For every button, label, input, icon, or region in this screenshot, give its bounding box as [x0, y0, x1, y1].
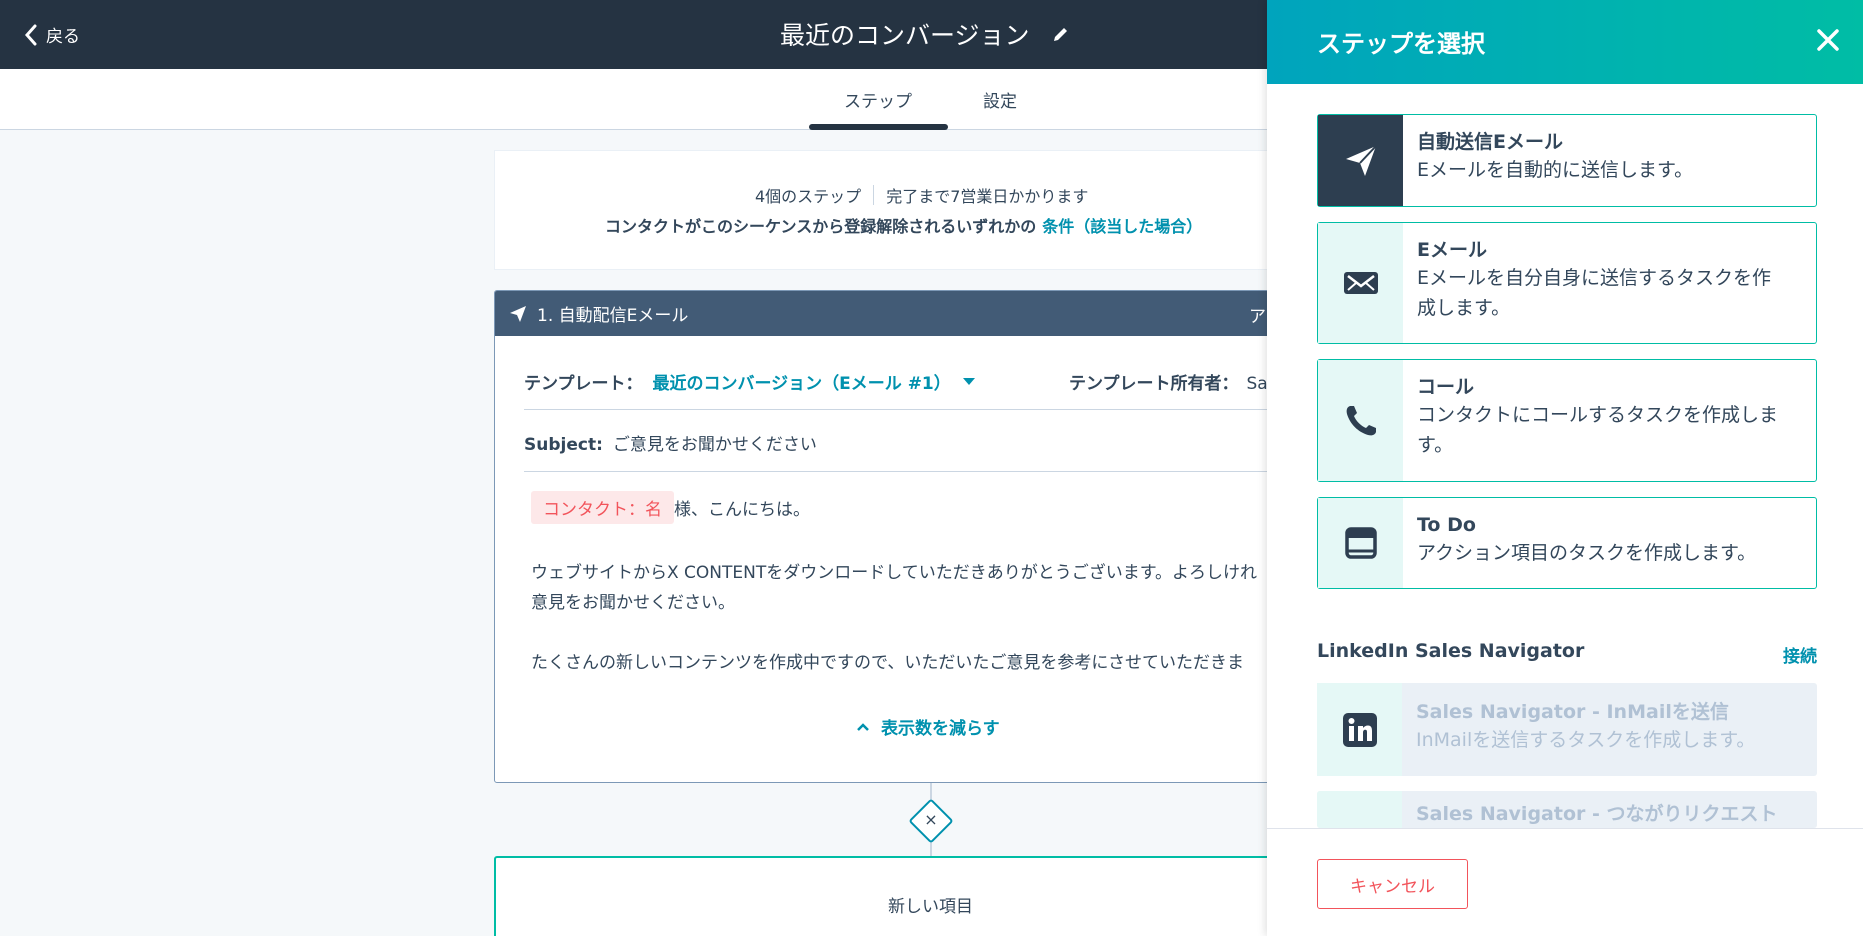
tab-settings[interactable]: 設定	[983, 87, 1017, 112]
option-linkedin-connection: Sales Navigator - つながりリクエスト	[1317, 791, 1817, 828]
personalization-token: コンタクト：名	[531, 491, 674, 524]
option-title: Eメール	[1417, 239, 1487, 261]
template-row: テンプレート： 最近のコンバージョン（Eメール #1）	[524, 369, 975, 394]
step-actions[interactable]: ア	[1249, 302, 1266, 327]
owner-value: Sa	[1246, 374, 1268, 394]
todo-icon	[1318, 498, 1403, 588]
linkedin-heading: LinkedIn Sales Navigator	[1317, 640, 1585, 662]
option-email-task[interactable]: Eメール Eメールを自分自身に送信するタスクを作 成します。	[1317, 222, 1817, 344]
panel-title: ステップを選択	[1317, 30, 1485, 58]
panel-footer: キャンセル	[1267, 828, 1863, 936]
back-button[interactable]: 戻る	[24, 22, 80, 47]
chevron-left-icon	[24, 24, 37, 45]
template-dropdown[interactable]: 最近のコンバージョン（Eメール #1）	[653, 369, 951, 394]
sequence-title: 最近のコンバージョン	[780, 16, 1070, 52]
chevron-up-icon	[857, 722, 869, 731]
summary-stats: 4個のステップ 完了まで7営業日かかります	[755, 183, 1088, 207]
show-less-button[interactable]: 表示数を減らす	[857, 714, 1000, 739]
email-body-line: 意見をお聞かせください。	[531, 593, 735, 613]
back-label: 戻る	[46, 27, 80, 47]
unenroll-label: コンタクトがこのシーケンスから登録解除されるいずれかの	[605, 217, 1037, 236]
subject-value: ご意見をお聞かせください	[612, 435, 817, 455]
option-desc: す。	[1417, 434, 1454, 456]
new-item-label: 新しい項目	[888, 897, 973, 917]
unenroll-criteria-link[interactable]: 条件（該当した場合）	[1042, 217, 1202, 236]
option-automated-email[interactable]: 自動送信Eメール Eメールを自動的に送信します。	[1317, 114, 1817, 207]
caret-down-icon[interactable]	[962, 378, 975, 385]
paper-plane-icon	[510, 305, 526, 322]
sequence-title-text: 最近のコンバージョン	[780, 21, 1030, 50]
duration: 完了まで7営業日かかります	[886, 187, 1089, 206]
envelope-icon	[1318, 223, 1403, 343]
phone-icon	[1318, 360, 1403, 481]
remove-step-button[interactable]	[908, 798, 954, 844]
divider	[524, 409, 1393, 410]
select-step-panel: ステップを選択 自動送信Eメール Eメールを自動的に送信します。 Eメール Eメ…	[1267, 0, 1863, 936]
option-desc: Eメールを自動的に送信します。	[1417, 159, 1694, 181]
option-desc: アクション項目のタスクを作成します。	[1417, 542, 1757, 564]
step-title: 1. 自動配信Eメール	[537, 306, 689, 326]
unenroll-text: コンタクトがこのシーケンスから登録解除されるいずれかの 条件（該当した場合）	[605, 213, 1202, 237]
option-title: Sales Navigator - InMailを送信	[1416, 701, 1729, 723]
close-icon[interactable]	[1812, 24, 1844, 56]
email-body-line: たくさんの新しいコンテンツを作成中ですので、いただいたご意見を参考にさせていただ…	[531, 653, 1244, 673]
step-header: 1. 自動配信Eメール ア	[495, 291, 1393, 336]
greeting-text: 様、こんにちは。	[674, 500, 810, 520]
option-title: コール	[1417, 376, 1475, 398]
sequence-summary-card: 4個のステップ 完了まで7営業日かかります コンタクトがこのシーケンスから登録解…	[494, 150, 1394, 270]
step-count: 4個のステップ	[755, 187, 862, 206]
option-todo-task[interactable]: To Do アクション項目のタスクを作成します。	[1317, 497, 1817, 589]
divider	[524, 471, 1393, 472]
option-text: To Do アクション項目のタスクを作成します。	[1403, 498, 1770, 588]
option-title: Sales Navigator - つながりリクエスト	[1416, 803, 1778, 825]
owner-label: テンプレート所有者：	[1069, 374, 1239, 394]
option-desc: コンタクトにコールするタスクを作成しま	[1417, 404, 1779, 426]
option-title: To Do	[1417, 514, 1476, 536]
cancel-button[interactable]: キャンセル	[1317, 859, 1468, 909]
option-title: 自動送信Eメール	[1417, 131, 1563, 153]
option-linkedin-inmail: Sales Navigator - InMailを送信 InMailを送信するタ…	[1317, 683, 1817, 776]
template-label: テンプレート：	[524, 374, 643, 394]
tab-steps[interactable]: ステップ	[844, 87, 912, 112]
step-card-1: 1. 自動配信Eメール ア テンプレート： 最近のコンバージョン（Eメール #1…	[494, 290, 1394, 783]
option-text: Eメール Eメールを自分自身に送信するタスクを作 成します。	[1403, 223, 1785, 343]
template-owner: テンプレート所有者： Sa	[1069, 369, 1268, 394]
step-options: 自動送信Eメール Eメールを自動的に送信します。 Eメール Eメールを自分自身に…	[1317, 114, 1817, 604]
email-greeting: コンタクト：名 様、こんにちは。	[531, 491, 810, 524]
option-text: 自動送信Eメール Eメールを自動的に送信します。	[1403, 115, 1707, 206]
linkedin-icon	[1317, 683, 1402, 776]
new-item-card[interactable]: 新しい項目	[494, 856, 1394, 936]
option-text: Sales Navigator - InMailを送信 InMailを送信するタ…	[1402, 683, 1769, 776]
option-desc: 成します。	[1417, 297, 1511, 319]
active-tab-indicator	[809, 124, 948, 130]
email-body-line: ウェブサイトからX CONTENTをダウンロードしていただきありがとうございます…	[531, 563, 1258, 583]
option-desc: Eメールを自分自身に送信するタスクを作	[1417, 267, 1772, 289]
linkedin-connect-link[interactable]: 接続	[1783, 642, 1817, 667]
subject-label: Subject:	[524, 435, 603, 455]
option-text: コール コンタクトにコールするタスクを作成しま す。	[1403, 360, 1792, 481]
subject-row: Subject: ご意見をお聞かせください	[524, 430, 817, 455]
pencil-icon[interactable]	[1052, 25, 1070, 43]
option-call-task[interactable]: コール コンタクトにコールするタスクを作成しま す。	[1317, 359, 1817, 482]
option-text: Sales Navigator - つながりリクエスト	[1402, 791, 1792, 828]
linkedin-icon	[1317, 791, 1402, 828]
option-desc: InMailを送信するタスクを作成します。	[1416, 729, 1756, 751]
paper-plane-icon	[1318, 115, 1403, 206]
show-less-label: 表示数を減らす	[881, 719, 1000, 739]
divider	[873, 185, 875, 205]
panel-header: ステップを選択	[1267, 0, 1863, 84]
